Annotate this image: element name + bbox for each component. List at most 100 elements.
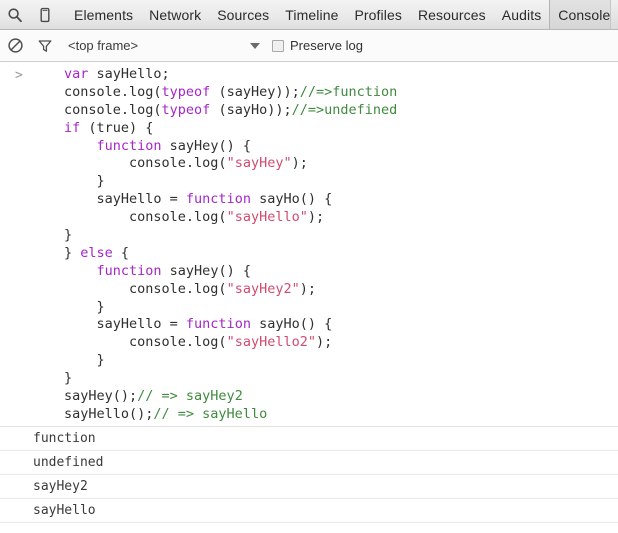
console-toolbar: <top frame> Preserve log [0, 30, 618, 62]
code-token-cmt: // => sayHey2 [137, 388, 243, 405]
code-token-kw: typeof [161, 101, 211, 118]
devtools-tabbar: Elements Network Sources Timeline Profil… [0, 0, 618, 30]
console-output-row: function [0, 426, 618, 451]
prompt-arrow-icon: > [15, 68, 23, 83]
code-line: function sayHey() { [64, 263, 618, 281]
tab-label: Console [558, 6, 611, 23]
execution-context-selector[interactable]: <top frame> [68, 38, 268, 53]
tab-elements[interactable]: Elements [66, 0, 141, 29]
code-line: console.log("sayHey2"); [64, 281, 618, 299]
code-token-pln: sayHello = [64, 316, 186, 333]
code-line: } [64, 227, 618, 245]
chevron-down-icon[interactable] [250, 42, 260, 49]
tab-label: Profiles [354, 6, 402, 23]
code-token-pln: ); [315, 334, 333, 351]
tab-audits[interactable]: Audits [494, 0, 550, 29]
code-token-str: "sayHello" [226, 209, 308, 226]
code-token-kw: function [96, 262, 162, 279]
code-token-pln: sayHey(); [64, 388, 138, 405]
code-line: console.log("sayHello"); [64, 209, 618, 227]
code-token-pln: } [64, 244, 81, 261]
code-line: console.log("sayHey"); [64, 155, 618, 173]
console-output-text: undefined [33, 454, 104, 470]
code-token-pln: console.log( [64, 334, 227, 351]
tab-console[interactable]: Console [549, 0, 618, 29]
console-output-row: sayHey2 [0, 474, 618, 499]
code-token-pln: ); [291, 155, 308, 172]
tab-label: Audits [501, 6, 542, 23]
code-line: if (true) { [64, 120, 618, 138]
console-output-text: function [33, 430, 96, 446]
execution-context-value: <top frame> [68, 38, 139, 53]
tab-label: Elements [74, 6, 134, 23]
code-token-str: "sayHello2" [226, 334, 316, 351]
code-token-pln: sayHo() { [250, 316, 333, 333]
code-token-pln: console.log( [64, 101, 162, 118]
code-token-pln: ); [307, 209, 325, 226]
devtools-window: Elements Network Sources Timeline Profil… [0, 0, 618, 533]
code-token-pln: console.log( [64, 83, 162, 100]
code-token-pln: sayHello = [64, 191, 186, 208]
code-token-kw: else [80, 244, 113, 261]
panel-tab-list: Elements Network Sources Timeline Profil… [66, 0, 618, 29]
tab-timeline[interactable]: Timeline [277, 0, 346, 29]
code-token-pln: sayHo() { [250, 191, 333, 208]
code-token-pln [64, 263, 97, 279]
code-line: sayHey();// => sayHey2 [64, 388, 618, 406]
code-token-cmt: // => sayHello [153, 405, 268, 422]
code-token-kw: var [64, 66, 89, 82]
code-line: console.log(typeof (sayHey));//=>functio… [64, 84, 618, 102]
preserve-log-label: Preserve log [290, 38, 363, 53]
code-token-pln [64, 138, 97, 154]
tab-profiles[interactable]: Profiles [346, 0, 409, 29]
search-icon[interactable] [0, 0, 30, 29]
code-token-kw: function [185, 316, 251, 333]
tab-label: Sources [217, 6, 270, 23]
code-token-str: "sayHey" [226, 155, 292, 172]
tab-resources[interactable]: Resources [410, 0, 494, 29]
code-token-pln: sayHello(); [64, 405, 154, 422]
code-token-pln: } [64, 173, 105, 190]
filter-funnel-icon[interactable] [30, 31, 60, 61]
device-toggle-icon[interactable] [30, 0, 60, 29]
code-token-pln: (sayHey)); [210, 83, 300, 100]
tab-label: Timeline [285, 6, 339, 23]
code-token-pln: (true) { [80, 119, 154, 136]
code-line: function sayHey() { [64, 138, 618, 156]
code-token-kw: if [64, 119, 81, 136]
preserve-log-checkbox[interactable] [272, 39, 284, 52]
code-token-pln: console.log( [64, 209, 227, 226]
console-output-row: sayHello [0, 498, 618, 523]
code-line: console.log(typeof (sayHo));//=>undefine… [64, 102, 618, 120]
code-token-pln: (sayHo)); [210, 101, 292, 118]
code-token-pln: { [112, 244, 130, 261]
code-line: sayHello();// => sayHello [64, 406, 618, 424]
console-output-row: undefined [0, 450, 618, 475]
code-line: } [64, 299, 618, 317]
tab-network[interactable]: Network [141, 0, 209, 29]
code-line: } [64, 352, 618, 370]
code-token-cmt: //=>undefined [291, 101, 398, 118]
code-token-pln: sayHey() { [161, 137, 251, 154]
code-line: } [64, 370, 618, 388]
code-token-pln: sayHey() { [161, 262, 251, 279]
code-token-cmt: //=>function [299, 83, 398, 100]
tabbar-overflow-edge [610, 0, 618, 29]
clear-console-icon[interactable] [0, 31, 30, 61]
preserve-log-control[interactable]: Preserve log [272, 38, 363, 53]
code-line: sayHello = function sayHo() { [64, 316, 618, 334]
tab-label: Resources [417, 6, 486, 23]
console-code-snippet[interactable]: var sayHello; console.log(typeof (sayHey)… [0, 66, 618, 424]
code-token-str: "sayHey2" [226, 280, 300, 297]
code-token-kw: function [185, 191, 251, 208]
code-line: } else { [64, 245, 618, 263]
code-token-pln: sayHello; [88, 66, 170, 82]
code-token-pln: } [64, 227, 73, 244]
code-token-kw: typeof [161, 83, 211, 100]
console-output-list: function undefined sayHey2 sayHello [0, 426, 618, 523]
code-token-pln: } [64, 370, 73, 387]
code-line: var sayHello; [64, 66, 618, 84]
tab-sources[interactable]: Sources [209, 0, 277, 29]
console-body: > var sayHello; console.log(typeof (sayHe… [0, 62, 618, 533]
code-token-pln: } [64, 352, 105, 369]
